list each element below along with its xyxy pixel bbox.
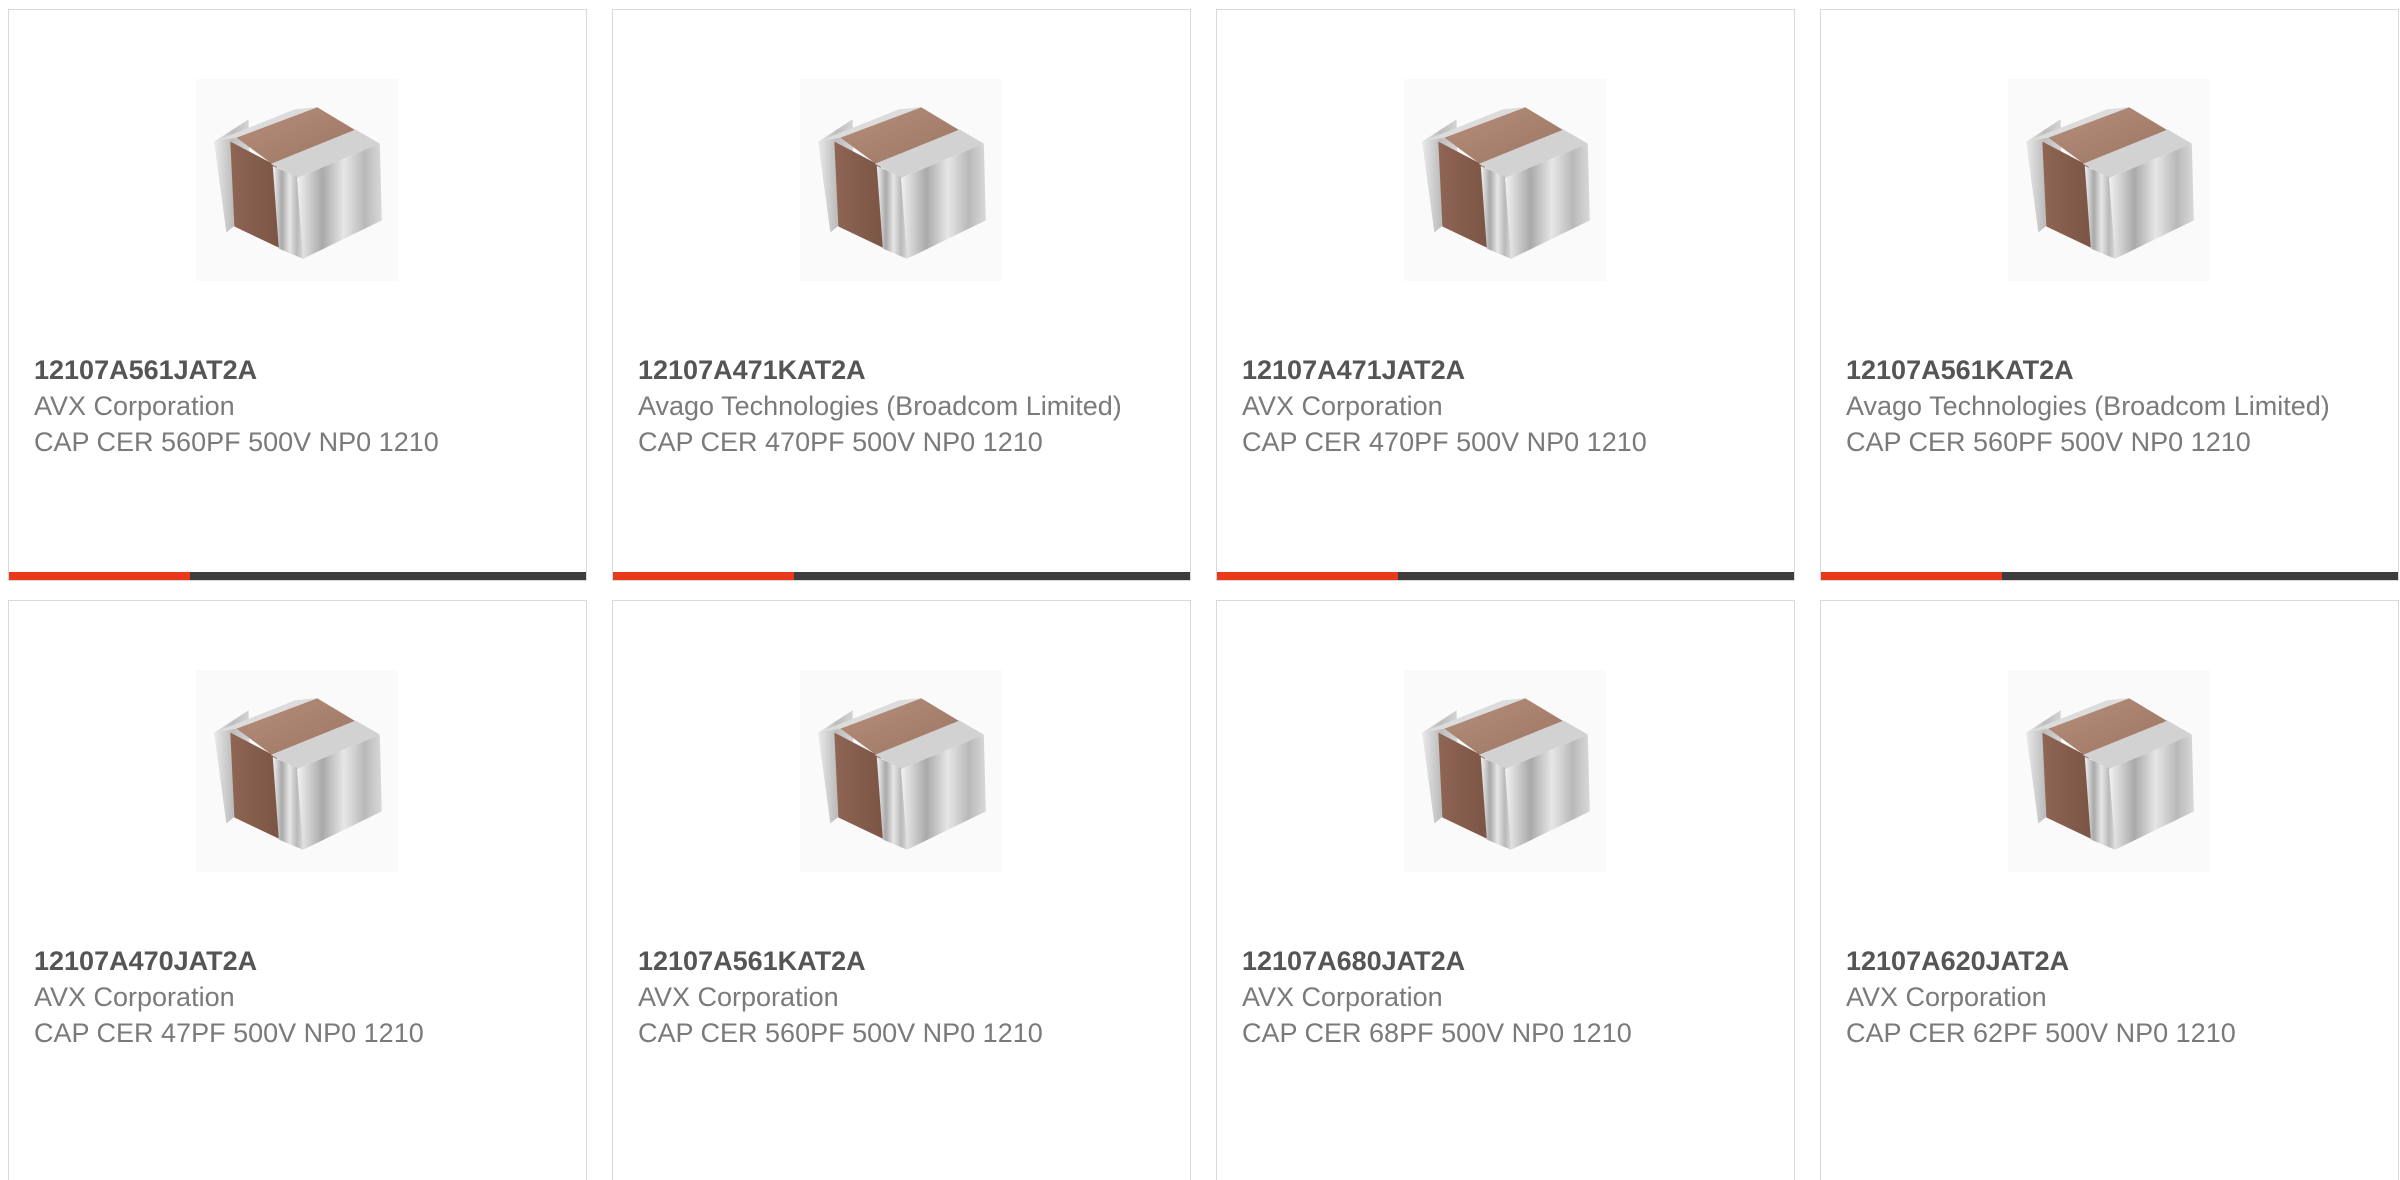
capacitor-chip-image[interactable]	[800, 670, 1002, 872]
capacitor-chip-icon	[214, 698, 382, 850]
product-card[interactable]: 12107A680JAT2A AVX Corporation CAP CER 6…	[1216, 600, 1795, 1180]
capacitor-chip-image[interactable]	[2008, 670, 2210, 872]
product-info: 12107A561KAT2A AVX Corporation CAP CER 5…	[638, 943, 1130, 1051]
capacitor-chip-icon	[2026, 698, 2194, 850]
product-info: 12107A620JAT2A AVX Corporation CAP CER 6…	[1846, 943, 2338, 1051]
product-info: 12107A561JAT2A AVX Corporation CAP CER 5…	[34, 352, 526, 460]
part-number[interactable]: 12107A561KAT2A	[1846, 352, 2338, 388]
part-number[interactable]: 12107A470JAT2A	[34, 943, 526, 979]
capacitor-chip-image[interactable]	[1404, 670, 1606, 872]
manufacturer: Avago Technologies (Broadcom Limited)	[1846, 391, 2330, 421]
manufacturer: AVX Corporation	[1242, 982, 1443, 1012]
capacitor-chip-image[interactable]	[2008, 79, 2210, 281]
capacitor-chip-image[interactable]	[196, 79, 398, 281]
card-accent-bar	[1217, 572, 1398, 580]
description: CAP CER 470PF 500V NP0 1210	[1242, 427, 1647, 457]
part-number[interactable]: 12107A471JAT2A	[1242, 352, 1734, 388]
description: CAP CER 68PF 500V NP0 1210	[1242, 1018, 1632, 1048]
product-card[interactable]: 12107A561KAT2A AVX Corporation CAP CER 5…	[612, 600, 1191, 1180]
card-footer-bar	[1217, 572, 1794, 580]
description: CAP CER 470PF 500V NP0 1210	[638, 427, 1043, 457]
product-card[interactable]: 12107A470JAT2A AVX Corporation CAP CER 4…	[8, 600, 587, 1180]
manufacturer: Avago Technologies (Broadcom Limited)	[638, 391, 1122, 421]
product-card[interactable]: 12107A561JAT2A AVX Corporation CAP CER 5…	[8, 9, 587, 581]
part-number[interactable]: 12107A561JAT2A	[34, 352, 526, 388]
manufacturer: AVX Corporation	[34, 391, 235, 421]
capacitor-chip-icon	[1422, 107, 1590, 259]
product-info: 12107A471JAT2A AVX Corporation CAP CER 4…	[1242, 352, 1734, 460]
capacitor-chip-icon	[818, 698, 986, 850]
description: CAP CER 62PF 500V NP0 1210	[1846, 1018, 2236, 1048]
card-accent-bar	[613, 572, 794, 580]
capacitor-chip-icon	[818, 107, 986, 259]
card-footer-bar	[9, 572, 586, 580]
description: CAP CER 47PF 500V NP0 1210	[34, 1018, 424, 1048]
product-info: 12107A470JAT2A AVX Corporation CAP CER 4…	[34, 943, 526, 1051]
capacitor-chip-image[interactable]	[800, 79, 1002, 281]
capacitor-chip-icon	[2026, 107, 2194, 259]
capacitor-chip-icon	[1422, 698, 1590, 850]
card-accent-bar	[9, 572, 190, 580]
card-accent-bar	[1821, 572, 2002, 580]
part-number[interactable]: 12107A680JAT2A	[1242, 943, 1734, 979]
product-card[interactable]: 12107A471JAT2A AVX Corporation CAP CER 4…	[1216, 9, 1795, 581]
description: CAP CER 560PF 500V NP0 1210	[34, 427, 439, 457]
card-footer-bar	[1821, 572, 2398, 580]
manufacturer: AVX Corporation	[1242, 391, 1443, 421]
description: CAP CER 560PF 500V NP0 1210	[638, 1018, 1043, 1048]
product-info: 12107A471KAT2A Avago Technologies (Broad…	[638, 352, 1130, 460]
part-number[interactable]: 12107A471KAT2A	[638, 352, 1130, 388]
product-grid: 12107A561JAT2A AVX Corporation CAP CER 5…	[8, 9, 2400, 1180]
capacitor-chip-icon	[214, 107, 382, 259]
capacitor-chip-image[interactable]	[196, 670, 398, 872]
part-number[interactable]: 12107A620JAT2A	[1846, 943, 2338, 979]
description: CAP CER 560PF 500V NP0 1210	[1846, 427, 2251, 457]
manufacturer: AVX Corporation	[34, 982, 235, 1012]
product-info: 12107A680JAT2A AVX Corporation CAP CER 6…	[1242, 943, 1734, 1051]
manufacturer: AVX Corporation	[1846, 982, 2047, 1012]
capacitor-chip-image[interactable]	[1404, 79, 1606, 281]
product-card[interactable]: 12107A561KAT2A Avago Technologies (Broad…	[1820, 9, 2399, 581]
product-card[interactable]: 12107A471KAT2A Avago Technologies (Broad…	[612, 9, 1191, 581]
card-footer-bar	[613, 572, 1190, 580]
product-card[interactable]: 12107A620JAT2A AVX Corporation CAP CER 6…	[1820, 600, 2399, 1180]
part-number[interactable]: 12107A561KAT2A	[638, 943, 1130, 979]
manufacturer: AVX Corporation	[638, 982, 839, 1012]
product-info: 12107A561KAT2A Avago Technologies (Broad…	[1846, 352, 2338, 460]
